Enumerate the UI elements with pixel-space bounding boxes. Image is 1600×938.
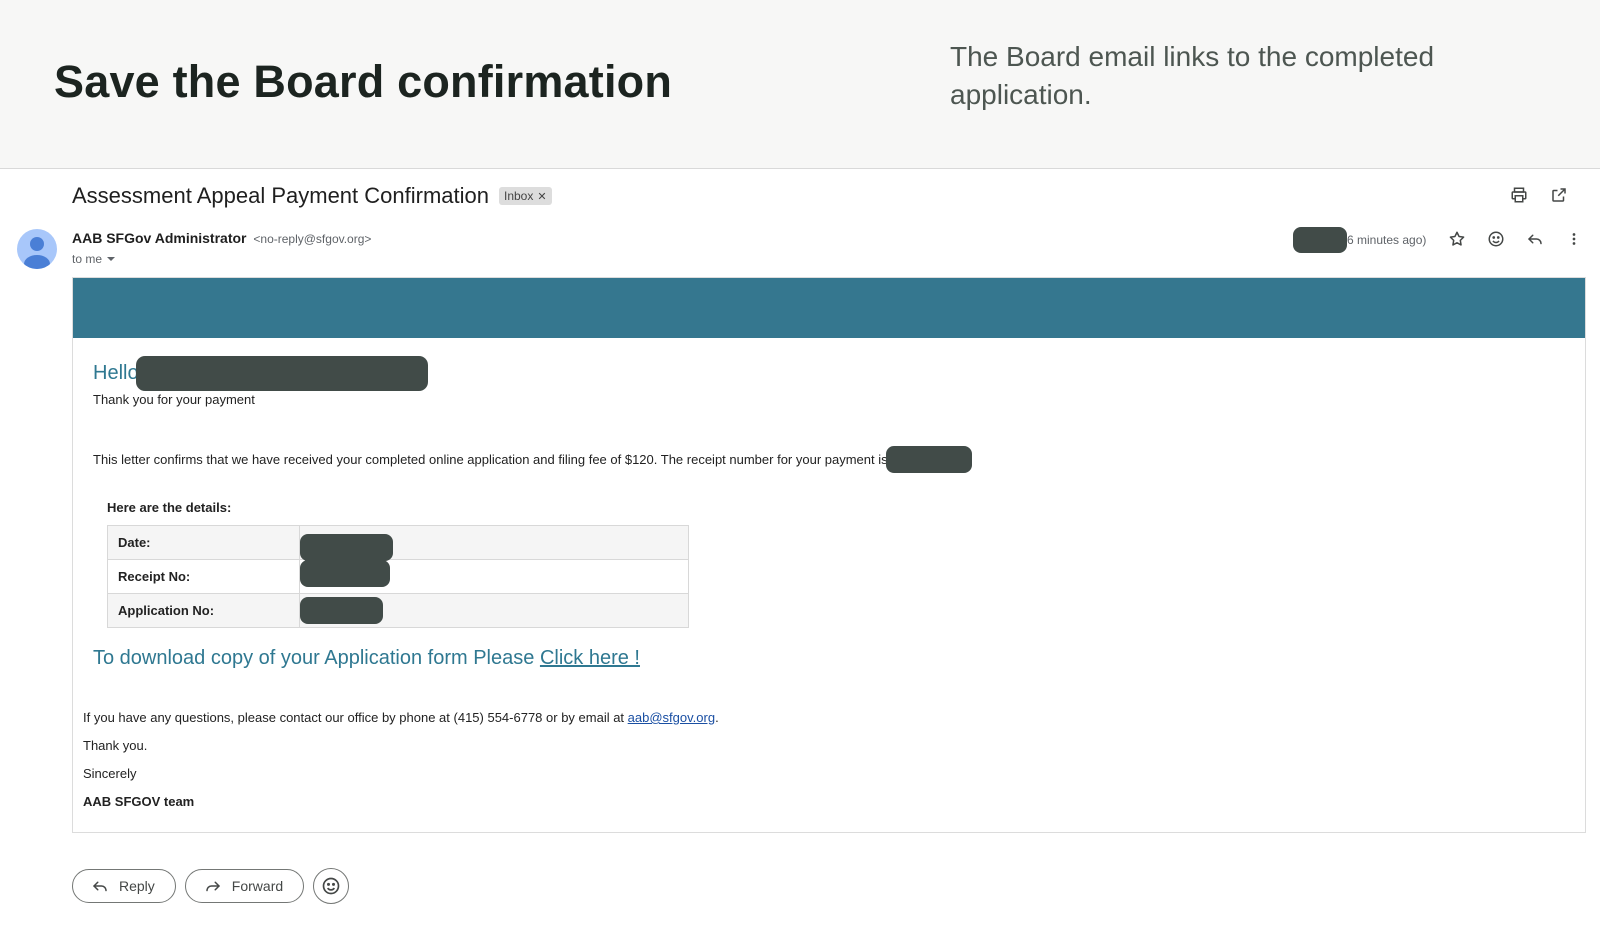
forward-label: Forward — [231, 878, 284, 894]
application-no-label: Application No: — [107, 593, 300, 628]
instruction-banner: Save the Board confirmation The Board em… — [0, 0, 1600, 169]
receipt-no-value — [299, 559, 689, 594]
download-application-link[interactable]: Click here ! — [540, 647, 640, 669]
greeting: Hello — [93, 356, 428, 391]
emoji-icon — [322, 877, 340, 895]
print-icon[interactable] — [1508, 184, 1530, 206]
redacted-receipt-no — [300, 560, 390, 587]
date-label: Date: — [107, 525, 300, 560]
details-table: Date: Receipt No: Application No: — [107, 525, 689, 628]
receipt-no-label: Receipt No: — [107, 559, 300, 594]
email-body: Hello Thank you for your payment This le… — [72, 277, 1586, 833]
reply-icon[interactable] — [1524, 228, 1546, 250]
redacted-timestamp — [1293, 227, 1347, 253]
reply-label: Reply — [119, 878, 155, 894]
date-value — [299, 525, 689, 561]
relative-time: 6 minutes ago) — [1347, 233, 1427, 247]
email-header-bar — [73, 278, 1585, 338]
confirmation-letter: This letter confirms that we have receiv… — [93, 446, 972, 473]
sender-email: <no-reply@sfgov.org> — [253, 232, 372, 246]
sender-name[interactable]: AAB SFGov Administrator — [72, 230, 247, 246]
redacted-name — [135, 356, 428, 391]
email-subject: Assessment Appeal Payment Confirmation — [72, 183, 489, 208]
inbox-label-chip: Inbox ✕ — [498, 187, 552, 205]
redacted-application-no — [300, 597, 383, 624]
table-row: Application No: — [107, 593, 689, 628]
more-vert-icon[interactable] — [1563, 228, 1585, 250]
thanks-payment-text: Thank you for your payment — [93, 392, 255, 407]
recipient-details-toggle[interactable]: to me — [72, 252, 116, 266]
chevron-down-icon — [107, 257, 116, 261]
open-in-new-window-icon[interactable] — [1548, 184, 1570, 206]
inbox-label-text: Inbox — [503, 189, 534, 203]
table-row: Receipt No: — [107, 559, 689, 594]
signature-team: AAB SFGOV team — [83, 794, 195, 809]
download-text: To download copy of your Application for… — [93, 647, 540, 669]
letter-text: This letter confirms that we have receiv… — [93, 452, 888, 467]
download-line: To download copy of your Application for… — [93, 647, 640, 670]
contact-end: . — [715, 710, 719, 725]
emoji-icon[interactable] — [1485, 228, 1507, 250]
thank-you-text: Thank you. — [83, 738, 148, 753]
reply-icon — [93, 881, 107, 892]
details-heading: Here are the details: — [107, 500, 232, 515]
redacted-receipt-number — [885, 446, 972, 473]
thread-actions — [1508, 184, 1570, 206]
banner-description: The Board email links to the completed a… — [950, 41, 1435, 110]
contact-line: If you have any questions, please contac… — [83, 710, 719, 725]
contact-text: If you have any questions, please contac… — [83, 710, 628, 725]
reply-button[interactable]: Reply — [72, 869, 176, 903]
sender-line: AAB SFGov Administrator <no-reply@sfgov.… — [72, 230, 371, 246]
redacted-date — [300, 534, 393, 561]
table-row: Date: — [107, 525, 689, 561]
forward-icon — [206, 881, 220, 892]
subject-row: Assessment Appeal Payment Confirmation I… — [72, 180, 552, 212]
sincerely-text: Sincerely — [83, 766, 137, 781]
star-icon[interactable] — [1446, 228, 1468, 250]
emoji-reaction-button[interactable] — [313, 868, 350, 904]
timestamp: 6 minutes ago) — [1293, 226, 1426, 254]
greeting-text: Hello — [93, 362, 139, 384]
message-actions — [1446, 228, 1585, 250]
sender-avatar[interactable] — [17, 229, 57, 269]
forward-button[interactable]: Forward — [184, 869, 305, 903]
contact-email-link[interactable]: aab@sfgov.org — [628, 710, 715, 725]
recipient-label: to me — [72, 252, 103, 266]
application-no-value — [299, 593, 689, 628]
banner-title: Save the Board confirmation — [54, 56, 673, 107]
bottom-actions: Reply Forward — [72, 868, 350, 904]
remove-label-icon[interactable]: ✕ — [537, 190, 546, 203]
